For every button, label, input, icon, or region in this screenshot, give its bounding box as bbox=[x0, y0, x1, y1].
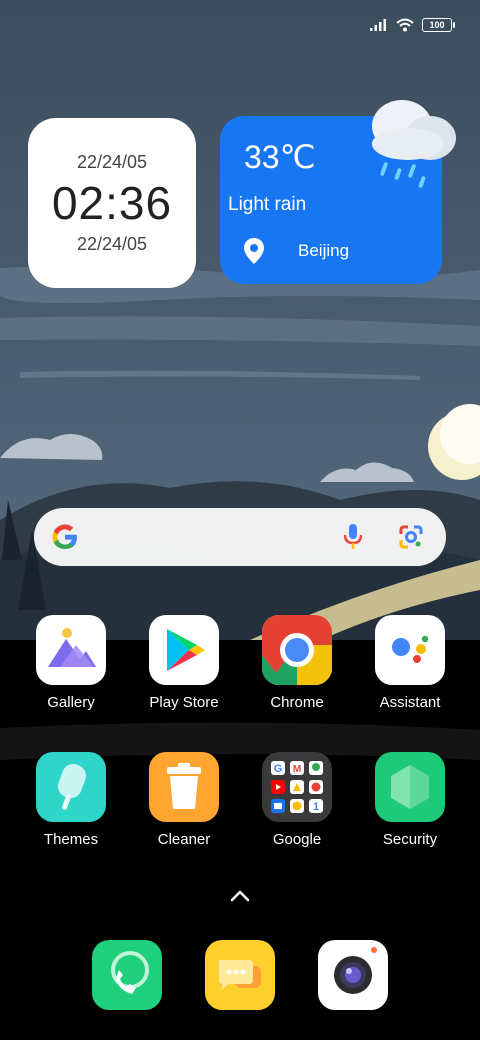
app-label: Gallery bbox=[47, 694, 95, 711]
weather-location: Beijing bbox=[298, 241, 350, 260]
svg-text:1: 1 bbox=[313, 801, 319, 813]
app-security[interactable]: Security bbox=[360, 752, 460, 848]
cleaner-icon bbox=[149, 752, 219, 822]
play-store-icon bbox=[149, 615, 219, 685]
app-label: Themes bbox=[43, 831, 99, 848]
battery-icon: 100 bbox=[422, 18, 455, 32]
app-chrome[interactable]: Chrome bbox=[247, 615, 347, 711]
google-search-bar[interactable] bbox=[34, 508, 446, 566]
chrome-icon bbox=[262, 615, 332, 685]
signal-icon bbox=[370, 19, 386, 31]
app-label: Play Store bbox=[149, 694, 219, 711]
clock-time: 02:36 bbox=[51, 177, 173, 229]
weather-condition: Light rain bbox=[228, 194, 307, 215]
chevron-up-icon[interactable] bbox=[228, 888, 252, 904]
themes-icon bbox=[36, 752, 106, 822]
app-assistant[interactable]: Assistant bbox=[360, 615, 460, 711]
clock-widget[interactable]: 22/24/05 02:36 22/24/05 bbox=[28, 118, 196, 288]
messages-icon[interactable] bbox=[205, 940, 275, 1010]
clock-date-bottom: 22/24/05 bbox=[76, 234, 148, 254]
google-lens-icon[interactable] bbox=[398, 524, 424, 550]
status-bar: 100 bbox=[370, 18, 455, 32]
security-icon bbox=[375, 752, 445, 822]
app-label: Assistant bbox=[379, 694, 441, 711]
app-themes[interactable]: Themes bbox=[21, 752, 121, 848]
app-label: Cleaner bbox=[157, 831, 211, 848]
svg-text:G: G bbox=[274, 763, 283, 775]
app-google-folder[interactable]: G M 1 Google bbox=[247, 752, 347, 848]
google-folder-icon: G M 1 bbox=[262, 752, 332, 822]
clock-date-top: 22/24/05 bbox=[76, 152, 148, 172]
app-cleaner[interactable]: Cleaner bbox=[134, 752, 234, 848]
app-label: Chrome bbox=[270, 694, 324, 711]
app-play-store[interactable]: Play Store bbox=[134, 615, 234, 711]
svg-text:M: M bbox=[293, 764, 301, 775]
weather-temperature: 33℃ bbox=[244, 139, 316, 175]
rain-cloud-icon bbox=[372, 100, 456, 188]
wifi-icon bbox=[396, 18, 414, 32]
app-label: Security bbox=[382, 831, 438, 848]
app-gallery[interactable]: Gallery bbox=[21, 615, 121, 711]
camera-icon[interactable] bbox=[318, 940, 388, 1010]
app-label: Google bbox=[272, 831, 322, 848]
assistant-icon bbox=[375, 615, 445, 685]
gallery-icon bbox=[36, 615, 106, 685]
location-pin-icon bbox=[244, 238, 264, 264]
google-g-icon bbox=[52, 524, 77, 549]
microphone-icon[interactable] bbox=[342, 523, 364, 551]
phone-icon[interactable] bbox=[92, 940, 162, 1010]
